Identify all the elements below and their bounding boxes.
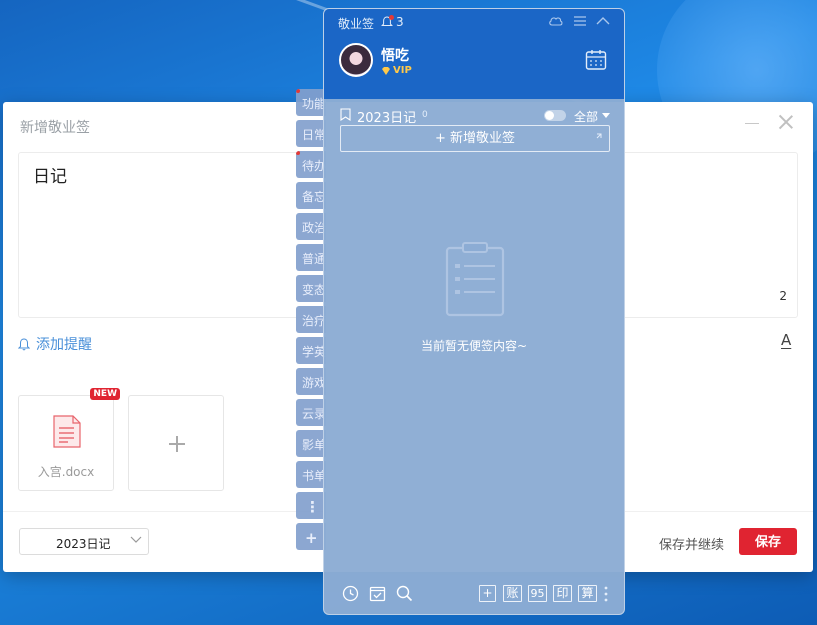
bell-icon — [18, 337, 30, 350]
vip-label: VIP — [393, 65, 412, 76]
tab-add-button[interactable]: + — [296, 523, 326, 550]
tab-category[interactable]: 治疗 — [296, 306, 326, 333]
tab-category[interactable]: 书单 — [296, 461, 326, 488]
95-button[interactable]: 95 — [528, 585, 547, 602]
tab-category[interactable]: 功能 — [296, 89, 326, 116]
empty-clipboard-icon — [445, 242, 505, 317]
add-note-button[interactable]: + 新增敬业签 — [340, 125, 610, 152]
close-button[interactable] — [778, 114, 794, 130]
calculator-button[interactable]: 算 — [578, 585, 597, 602]
font-style-icon[interactable]: A — [781, 331, 797, 351]
tab-category[interactable]: 待办 — [296, 151, 326, 178]
search-icon[interactable] — [396, 585, 413, 602]
view-toggle[interactable] — [544, 110, 566, 121]
save-and-continue-button[interactable]: 保存并继续 — [659, 534, 724, 553]
menu-icon[interactable] — [572, 14, 588, 28]
filter-dropdown[interactable]: 全部 — [574, 108, 598, 125]
tab-category[interactable]: 政治 — [296, 213, 326, 240]
username: 悟吃 — [381, 48, 409, 64]
add-reminder-button[interactable]: 添加提醒 — [18, 334, 92, 354]
tab-category[interactable]: 变态 — [296, 275, 326, 302]
add-item-button[interactable]: + — [479, 585, 496, 602]
notification-dot — [389, 15, 394, 20]
tab-category[interactable]: 游戏 — [296, 368, 326, 395]
save-button[interactable]: 保存 — [739, 528, 797, 555]
document-icon — [53, 415, 81, 448]
notebook-count: 0 — [422, 110, 428, 120]
vip-badge: VIP — [381, 65, 412, 76]
panel-header: 敬业签 3 悟吃 VIP — [324, 9, 624, 99]
more-vertical-icon[interactable] — [604, 586, 608, 602]
app-name: 敬业签 — [338, 17, 375, 31]
clock-icon[interactable] — [342, 585, 359, 602]
panel-footer: + 账 95 印 算 — [324, 576, 624, 614]
tab-category[interactable]: 日常 — [296, 120, 326, 147]
tab-more-button[interactable]: ⋮ — [296, 492, 326, 519]
notebook-select[interactable]: 2023日记 — [19, 528, 149, 555]
expand-icon[interactable] — [592, 133, 602, 143]
caret-down-icon — [602, 113, 610, 118]
print-button[interactable]: 印 — [553, 585, 572, 602]
attachment-card[interactable]: NEW 入宫.docx — [18, 388, 120, 491]
sticky-notes-panel: 敬业签 3 悟吃 VIP 2023日记 0 全部 + 新增敬业签 当前暂无便签内… — [323, 8, 625, 615]
add-reminder-label: 添加提醒 — [36, 337, 92, 353]
cloud-sync-icon[interactable] — [548, 14, 564, 28]
tab-category[interactable]: 普通 — [296, 244, 326, 271]
tab-category[interactable]: 影单 — [296, 430, 326, 457]
note-text[interactable]: 日记 — [33, 162, 67, 187]
category-tabs: 功能 日常 待办 备忘 政治 普通 变态 治疗 学英 游戏 云录 影单 书单 ⋮… — [296, 89, 326, 554]
minimize-button[interactable] — [745, 123, 759, 124]
chevron-down-icon — [130, 536, 142, 543]
calendar-icon[interactable] — [585, 49, 607, 71]
empty-state-text: 当前暂无便签内容~ — [420, 339, 528, 353]
notebook-title[interactable]: 2023日记 — [357, 107, 416, 126]
char-count: 2 — [779, 289, 787, 303]
task-check-icon[interactable] — [369, 585, 386, 602]
accounting-button[interactable]: 账 — [503, 585, 522, 602]
notification-count: 3 — [396, 15, 404, 29]
chevron-up-icon[interactable] — [595, 14, 611, 28]
tab-category[interactable]: 备忘 — [296, 182, 326, 209]
window-title: 新增敬业签 — [20, 120, 90, 136]
avatar[interactable] — [339, 43, 373, 77]
attachment-name: 入宫.docx — [37, 465, 95, 479]
notebook-select-value: 2023日记 — [56, 537, 111, 551]
new-badge: NEW — [90, 388, 120, 400]
add-attachment-button[interactable] — [128, 395, 224, 491]
tab-category[interactable]: 学英 — [296, 337, 326, 364]
notebook-row: 2023日记 0 全部 — [340, 107, 610, 126]
notification-button[interactable]: 3 — [381, 15, 404, 29]
tab-category[interactable]: 云录 — [296, 399, 326, 426]
add-note-label: + 新增敬业签 — [434, 131, 516, 146]
bookmark-icon — [340, 108, 351, 121]
diamond-icon — [382, 66, 390, 75]
